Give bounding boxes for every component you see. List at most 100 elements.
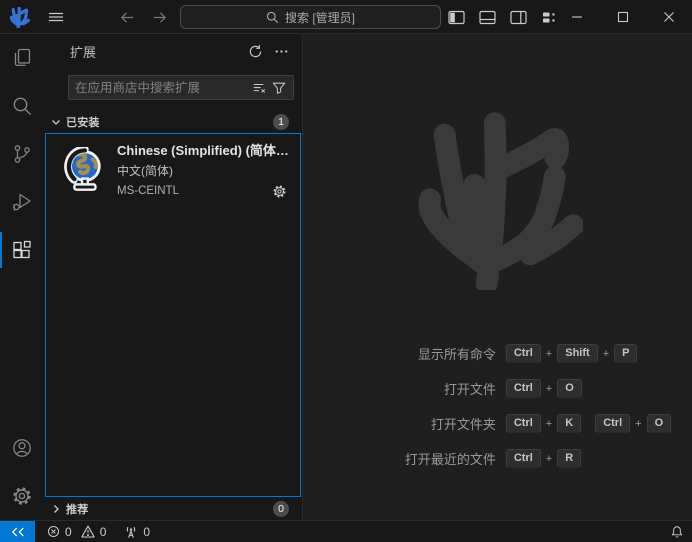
keycap: O — [557, 379, 582, 398]
editor-area: 显示所有命令Ctrl+Shift+P打开文件Ctrl+O打开文件夹Ctrl+KC… — [303, 34, 692, 520]
remote-indicator[interactable] — [0, 521, 35, 542]
key-joiner: + — [635, 418, 641, 430]
sidebar-item-extensions[interactable] — [0, 226, 44, 274]
ports-indicator[interactable]: 0 — [118, 521, 156, 542]
statusbar-spacer — [156, 521, 670, 542]
account-icon — [11, 437, 33, 459]
shortcut-keys: Ctrl + O — [506, 379, 582, 398]
section-installed[interactable]: 已安装 1 — [44, 110, 302, 133]
refresh-icon[interactable] — [244, 41, 266, 63]
shortcut-keys: Ctrl+KCtrl+O — [506, 414, 671, 433]
chevron-down-icon — [48, 114, 64, 130]
shortcut-label: 打开文件夹 — [324, 414, 496, 433]
shortcut-row: 打开文件夹Ctrl+KCtrl+O — [324, 406, 671, 441]
extension-manage-gear-icon[interactable] — [270, 182, 288, 200]
panel-header: 扩展 — [44, 34, 302, 69]
extension-details: Chinese (Simplified) (简体… 中文(简体) MS-CEIN… — [117, 140, 292, 200]
main-area: 扩展 已安装 1 — [0, 34, 692, 520]
shortcut-list: 显示所有命令Ctrl+Shift+P打开文件Ctrl+O打开文件夹Ctrl+KC… — [324, 336, 671, 476]
keycap: Ctrl — [506, 414, 541, 433]
sidebar-item-settings[interactable] — [0, 472, 44, 520]
window-controls — [554, 0, 692, 34]
extension-description: 中文(简体) — [117, 162, 292, 179]
extensions-panel: 扩展 已安装 1 — [44, 34, 303, 520]
shortcut-keys: Ctrl + R — [506, 449, 581, 468]
sidebar-item-accounts[interactable] — [0, 424, 44, 472]
shortcut-keys: Ctrl + Shift + P — [506, 344, 638, 363]
recommended-count-badge: 0 — [273, 501, 289, 517]
keycap: Ctrl — [595, 414, 630, 433]
extensions-search-input[interactable] — [75, 81, 249, 95]
debug-icon — [11, 191, 33, 213]
layout-sidebar-right-icon[interactable] — [508, 7, 528, 27]
key-joiner: + — [546, 348, 552, 360]
key-joiner: + — [546, 418, 552, 430]
bell-icon — [670, 525, 684, 539]
extension-row-chinese-simplified[interactable]: Chinese (Simplified) (简体… 中文(简体) MS-CEIN… — [46, 134, 300, 206]
keycap: Ctrl — [506, 379, 541, 398]
section-recommended-label: 推荐 — [66, 501, 271, 517]
extensions-icon — [11, 239, 33, 261]
files-icon — [11, 47, 33, 69]
watermark-coral-logo — [413, 112, 583, 290]
more-actions-icon[interactable] — [270, 41, 292, 63]
app-logo-coral — [9, 0, 30, 34]
layout-sidebar-icon[interactable] — [446, 7, 466, 27]
layout-controls — [446, 0, 559, 34]
gear-icon — [11, 485, 33, 507]
statusbar: 0 0 0 — [0, 520, 692, 542]
shortcut-row: 显示所有命令 Ctrl + Shift + P — [324, 336, 671, 371]
command-center-label: 搜索 [管理员] — [285, 9, 355, 26]
arrow-right-icon[interactable] — [148, 6, 170, 28]
notifications-indicator[interactable] — [670, 521, 692, 542]
keycap: Ctrl — [506, 344, 541, 363]
command-center-search[interactable]: 搜索 [管理员] — [180, 5, 441, 29]
globe-extension-icon — [60, 147, 106, 193]
ports-icon — [124, 525, 138, 539]
keycap: O — [647, 414, 672, 433]
shortcut-label: 打开文件 — [324, 379, 496, 398]
close-icon[interactable] — [646, 0, 692, 34]
installed-extensions-list: Chinese (Simplified) (简体… 中文(简体) MS-CEIN… — [45, 133, 301, 497]
shortcut-label: 显示所有命令 — [324, 344, 496, 363]
extension-name: Chinese (Simplified) (简体… — [117, 140, 292, 159]
search-icon — [11, 95, 33, 117]
error-count: 0 — [65, 525, 72, 539]
warning-count: 0 — [100, 525, 107, 539]
extension-publisher: MS-CEINTL — [117, 185, 270, 197]
key-joiner: + — [546, 383, 552, 395]
sidebar-item-run-debug[interactable] — [0, 178, 44, 226]
section-recommended[interactable]: 推荐 0 — [44, 497, 302, 520]
clear-search-icon[interactable] — [249, 78, 269, 98]
section-installed-label: 已安装 — [66, 114, 271, 130]
arrow-left-icon[interactable] — [116, 6, 138, 28]
keycap: R — [557, 449, 581, 468]
sidebar-item-source-control[interactable] — [0, 130, 44, 178]
keycap: Shift — [557, 344, 597, 363]
activity-bar — [0, 34, 44, 520]
keycap: P — [614, 344, 637, 363]
remote-icon — [11, 525, 25, 539]
sidebar-item-explorer[interactable] — [0, 34, 44, 82]
keycap: Ctrl — [506, 449, 541, 468]
history-navigation — [116, 0, 170, 34]
chevron-right-icon — [48, 501, 64, 517]
error-icon — [47, 525, 60, 538]
key-joiner: + — [603, 348, 609, 360]
filter-icon[interactable] — [269, 78, 289, 98]
source-control-icon — [11, 143, 33, 165]
menu-icon[interactable] — [44, 0, 68, 34]
maximize-icon[interactable] — [600, 0, 646, 34]
activity-bar-spacer — [0, 274, 44, 424]
sidebar-item-search[interactable] — [0, 82, 44, 130]
titlebar: 搜索 [管理员] — [0, 0, 692, 34]
shortcut-row: 打开最近的文件 Ctrl + R — [324, 441, 671, 476]
minimize-icon[interactable] — [554, 0, 600, 34]
key-joiner: + — [546, 453, 552, 465]
panel-title: 扩展 — [70, 42, 240, 61]
shortcut-row: 打开文件 Ctrl + O — [324, 371, 671, 406]
problems-indicator[interactable]: 0 0 — [41, 521, 112, 542]
layout-panel-icon[interactable] — [477, 7, 497, 27]
shortcut-label: 打开最近的文件 — [324, 449, 496, 468]
warning-icon — [81, 525, 95, 538]
